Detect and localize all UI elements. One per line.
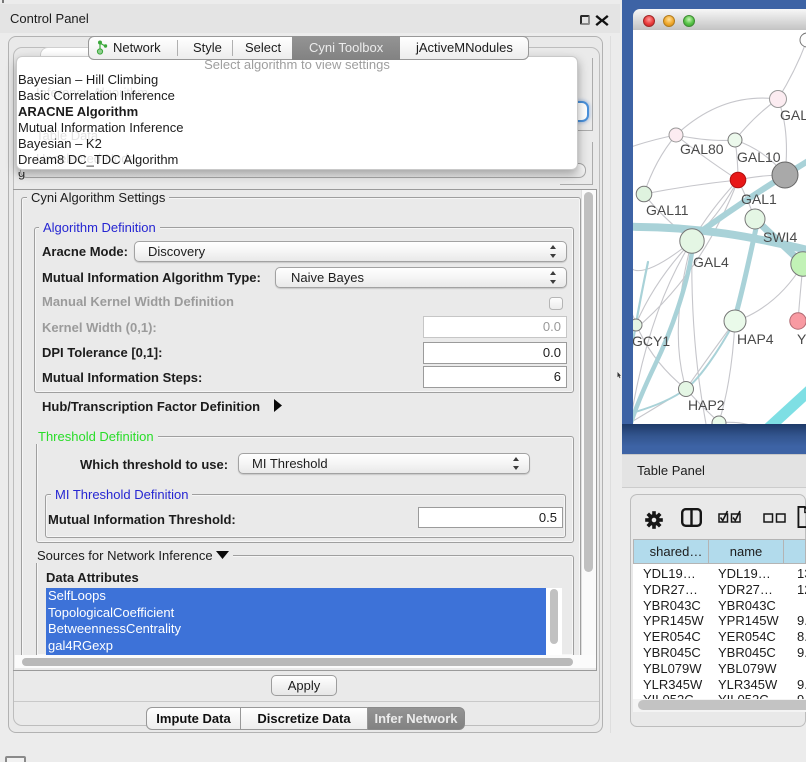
- svg-text:GAL10: GAL10: [737, 149, 781, 165]
- svg-text:YD: YD: [797, 331, 806, 347]
- svg-text:SWI4: SWI4: [763, 229, 797, 245]
- svg-text:GAL80: GAL80: [680, 141, 724, 157]
- svg-text:GAL2: GAL2: [780, 107, 806, 123]
- svg-text:GAL4: GAL4: [693, 254, 729, 270]
- svg-text:HAP4: HAP4: [737, 331, 774, 347]
- svg-text:HAP2: HAP2: [688, 397, 725, 413]
- svg-text:GAL11: GAL11: [646, 202, 689, 218]
- svg-text:GCY1: GCY1: [633, 333, 670, 349]
- svg-text:GAL1: GAL1: [741, 191, 777, 207]
